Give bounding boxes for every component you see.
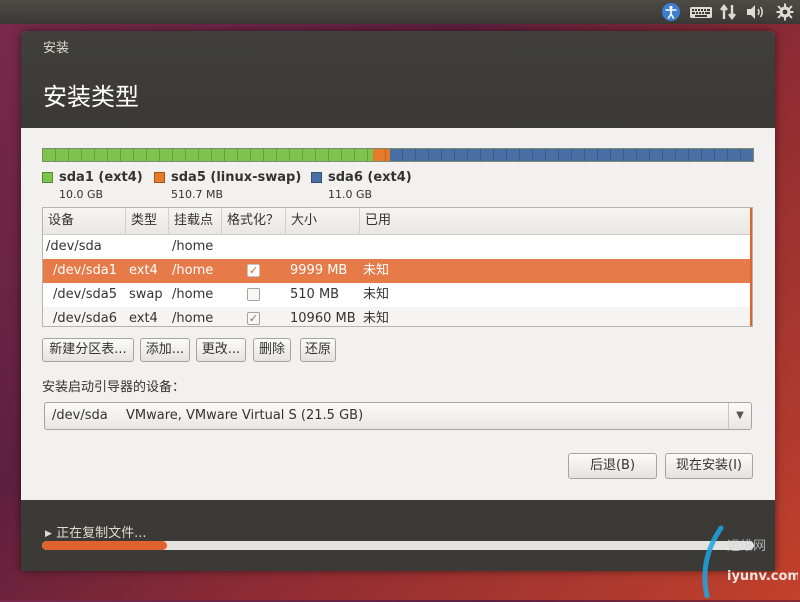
page-title: 安装类型	[43, 83, 139, 111]
window-header: 安装 安装类型	[21, 31, 775, 128]
format-checkbox[interactable]: ✓	[247, 312, 260, 325]
cell-device: /dev/sda5	[53, 287, 117, 302]
legend-swatch-sda6	[311, 172, 322, 183]
legend-size: 510.7 MB	[171, 188, 224, 201]
progress-bar-fill	[42, 541, 167, 550]
cell-size: 510 MB	[290, 287, 340, 302]
cell-used: 未知	[363, 311, 390, 326]
cell-mount: /home	[172, 287, 214, 302]
table-header: 设备 类型 挂载点 格式化？ 大小 已用	[43, 208, 752, 235]
legend-name: sda1 (ext4)	[59, 170, 143, 185]
bootloader-device: /dev/sda	[52, 408, 108, 423]
partition-bar	[42, 148, 754, 162]
column-header-size[interactable]: 大小	[286, 208, 360, 234]
accessibility-icon[interactable]	[660, 2, 682, 22]
legend-swatch-sda5	[154, 172, 165, 183]
volume-icon[interactable]	[744, 2, 768, 22]
install-now-button[interactable]: 现在安装(I)	[665, 453, 753, 479]
change-partition-button[interactable]: 更改...	[196, 338, 246, 362]
cell-mount: /home	[172, 263, 214, 278]
legend-name: sda5 (linux-swap)	[171, 170, 302, 185]
table-row-selected[interactable]: /dev/sda1 ext4 /home ✓ 9999 MB 未知	[43, 259, 752, 283]
gear-icon[interactable]	[774, 2, 796, 22]
format-checkbox[interactable]: ✓	[247, 264, 260, 277]
top-panel	[0, 0, 800, 24]
cell-type: ext4	[129, 263, 158, 278]
cell-device: /dev/sda1	[53, 263, 117, 278]
table-row[interactable]: /dev/sda5 swap /home 510 MB 未知	[43, 283, 752, 307]
progress-toggle[interactable]: ▶ 正在复制文件...	[45, 522, 146, 541]
expander-triangle-icon: ▶	[45, 529, 52, 539]
cell-mount: /home	[172, 239, 214, 254]
revert-button[interactable]: 还原	[300, 338, 336, 362]
cell-mount: /home	[172, 311, 214, 326]
progress-footer: ▶ 正在复制文件...	[21, 500, 775, 571]
keyboard-icon[interactable]	[688, 2, 714, 22]
table-row[interactable]: /dev/sda /home	[43, 235, 752, 259]
legend-size: 11.0 GB	[328, 188, 373, 201]
partition-segment-sda1	[43, 149, 374, 161]
column-header-device[interactable]: 设备	[43, 208, 126, 234]
add-partition-button[interactable]: 添加...	[140, 338, 190, 362]
bootloader-device-select[interactable]: /dev/sda VMware, VMware Virtual S (21.5 …	[44, 402, 752, 430]
bootloader-label: 安装启动引导器的设备：	[42, 380, 186, 395]
table-row[interactable]: /dev/sda6 ext4 /home ✓ 10960 MB 未知	[43, 307, 752, 326]
cell-device: /dev/sda	[46, 239, 102, 254]
dropdown-arrow-icon[interactable]: ▼	[728, 403, 751, 429]
cell-used: 未知	[363, 287, 390, 302]
legend-swatch-sda1	[42, 172, 53, 183]
cell-type: swap	[129, 287, 163, 302]
partition-segment-sda6	[390, 149, 753, 161]
svg-text:iyunv.com: iyunv.com	[727, 569, 798, 584]
table-scroll-edge	[750, 208, 752, 326]
progress-bar	[42, 541, 754, 550]
legend-size: 10.0 GB	[59, 188, 104, 201]
cell-device: /dev/sda6	[53, 311, 117, 326]
cell-size: 9999 MB	[290, 263, 348, 278]
column-header-type[interactable]: 类型	[126, 208, 169, 234]
legend-name: sda6 (ext4)	[328, 170, 412, 185]
cell-size: 10960 MB	[290, 311, 356, 326]
watermark-logo: 运维网 iyunv.com	[693, 520, 800, 599]
column-header-mount[interactable]: 挂载点	[169, 208, 222, 234]
partition-table[interactable]: 设备 类型 挂载点 格式化？ 大小 已用 /dev/sda /home /dev…	[42, 207, 753, 327]
new-partition-table-button[interactable]: 新建分区表...	[42, 338, 134, 362]
back-button[interactable]: 后退(B)	[568, 453, 657, 479]
window-title: 安装	[43, 41, 70, 56]
svg-text:运维网: 运维网	[727, 539, 766, 554]
cell-type: ext4	[129, 311, 158, 326]
cell-used: 未知	[363, 263, 390, 278]
partition-segment-sda5	[373, 149, 391, 161]
delete-partition-button[interactable]: 删除	[253, 338, 291, 362]
column-header-format[interactable]: 格式化？	[222, 208, 286, 234]
network-icon[interactable]	[718, 2, 738, 22]
bootloader-description: VMware, VMware Virtual S (21.5 GB)	[126, 408, 364, 423]
progress-text: 正在复制文件...	[56, 526, 147, 541]
format-checkbox[interactable]	[247, 288, 260, 301]
column-header-used[interactable]: 已用	[360, 208, 752, 234]
